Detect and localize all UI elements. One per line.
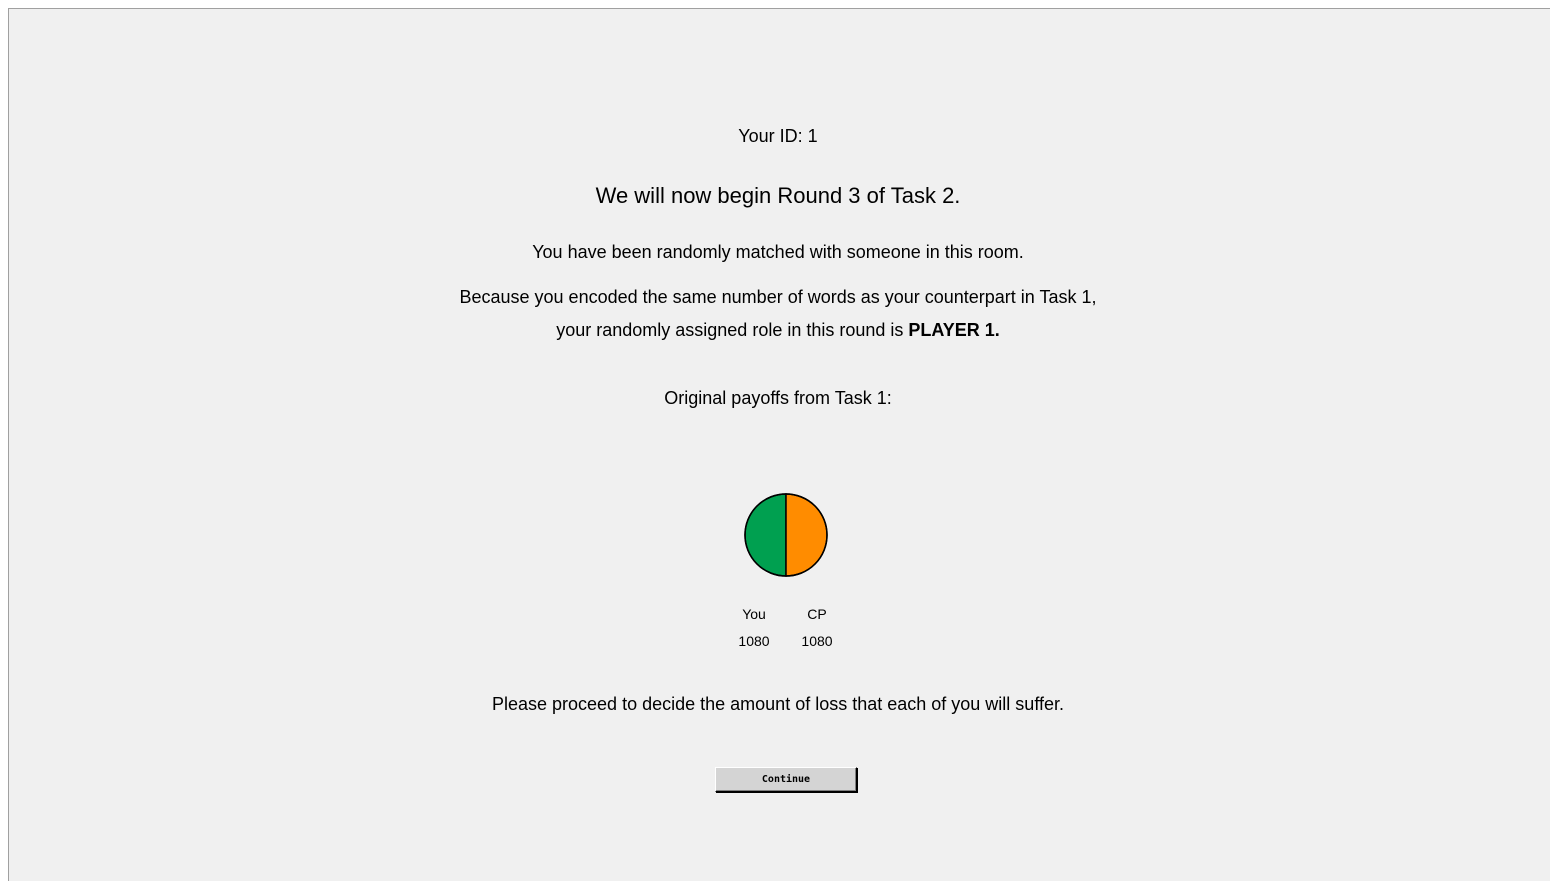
continue-button[interactable]: Continue <box>715 767 857 792</box>
round-heading: We will now begin Round 3 of Task 2. <box>595 183 961 208</box>
pie-slice-cp <box>785 493 828 577</box>
pie-label-cp: CP <box>807 606 827 622</box>
pie-value-you: 1080 <box>738 633 770 649</box>
matched-text: You have been randomly matched with some… <box>532 242 1024 262</box>
pie-value-cp: 1080 <box>801 633 833 649</box>
role-explanation-line2: your randomly assigned role in this roun… <box>0 320 1550 341</box>
proceed-instruction: Please proceed to decide the amount of l… <box>491 694 1065 714</box>
role-value: PLAYER 1. <box>908 320 1000 340</box>
payoff-pie-chart <box>744 493 828 577</box>
pie-label-you: You <box>742 606 766 622</box>
your-id-text: Your ID: 1 <box>738 126 818 146</box>
role-explanation-line1: Because you encoded the same number of w… <box>459 287 1097 307</box>
original-payoffs-label: Original payoffs from Task 1: <box>664 388 892 408</box>
role-prefix: your randomly assigned role in this roun… <box>556 320 909 340</box>
pie-slice-you <box>744 493 787 577</box>
